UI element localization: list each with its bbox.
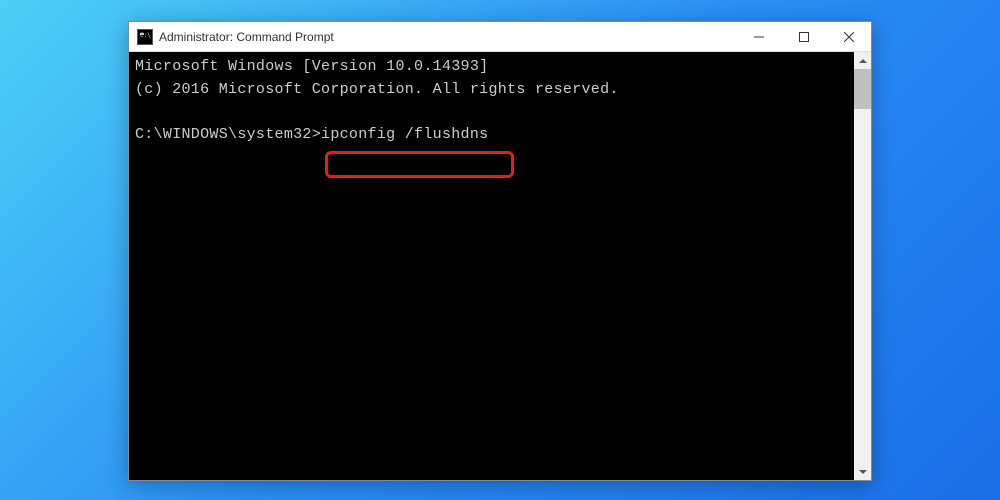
window-title: Administrator: Command Prompt — [159, 30, 736, 44]
vertical-scrollbar[interactable] — [854, 52, 871, 480]
scroll-down-arrow[interactable] — [854, 463, 871, 480]
scroll-up-arrow[interactable] — [854, 52, 871, 69]
version-line: Microsoft Windows [Version 10.0.14393] — [135, 58, 488, 75]
scroll-track[interactable] — [854, 69, 871, 463]
scroll-thumb[interactable] — [854, 69, 871, 109]
window-controls — [736, 22, 871, 51]
minimize-button[interactable] — [736, 22, 781, 51]
titlebar[interactable]: Administrator: Command Prompt — [129, 22, 871, 52]
cmd-icon — [137, 29, 153, 45]
client-area: Microsoft Windows [Version 10.0.14393] (… — [129, 52, 871, 480]
maximize-button[interactable] — [781, 22, 826, 51]
terminal-output[interactable]: Microsoft Windows [Version 10.0.14393] (… — [129, 52, 854, 480]
prompt-path: C:\WINDOWS\system32> — [135, 126, 321, 143]
close-button[interactable] — [826, 22, 871, 51]
copyright-line: (c) 2016 Microsoft Corporation. All righ… — [135, 81, 619, 98]
typed-command: ipconfig /flushdns — [321, 126, 488, 143]
command-prompt-window: Administrator: Command Prompt Microsoft … — [128, 21, 872, 481]
